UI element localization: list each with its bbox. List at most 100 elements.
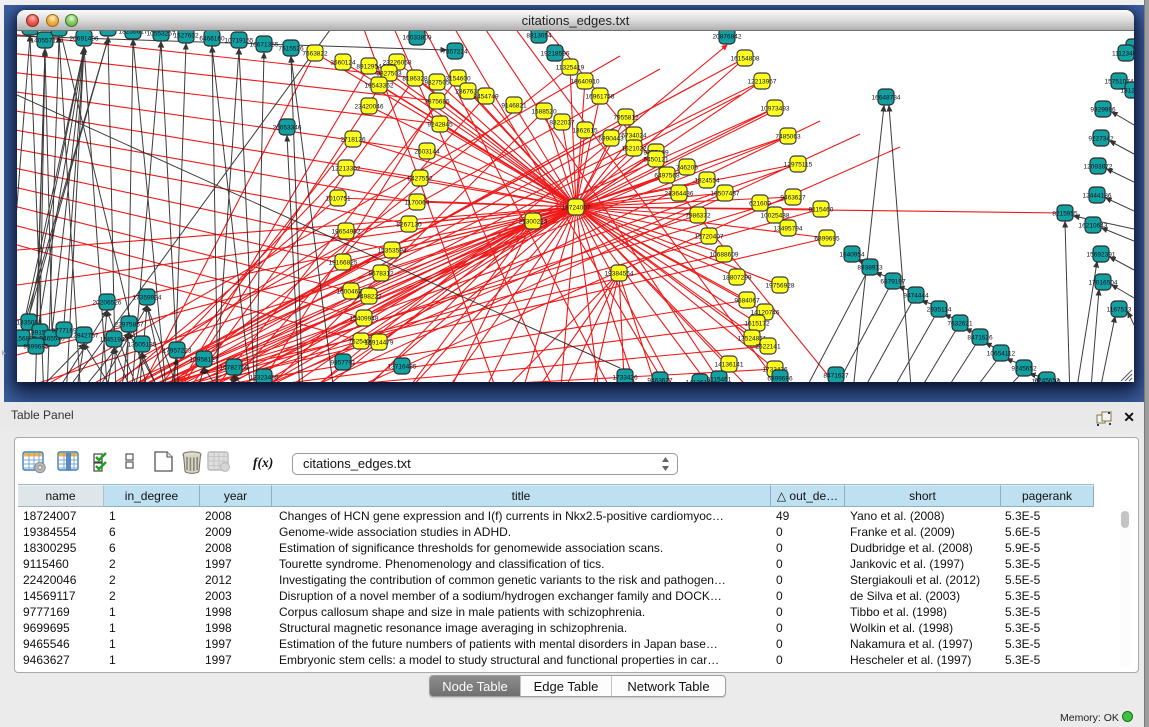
svg-text:11451943: 11451943 <box>100 336 129 343</box>
svg-text:9857791: 9857791 <box>330 359 356 366</box>
svg-text:18256617: 18256617 <box>119 31 148 35</box>
svg-text:16640910: 16640910 <box>571 78 600 85</box>
svg-text:12093872: 12093872 <box>1084 163 1113 170</box>
svg-text:13495794: 13495794 <box>774 225 803 232</box>
svg-text:19756928: 19756928 <box>766 282 795 289</box>
svg-text:12975115: 12975115 <box>784 161 813 168</box>
svg-text:9115460: 9115460 <box>809 206 834 213</box>
svg-text:6734024: 6734024 <box>621 132 647 139</box>
svg-text:9227342: 9227342 <box>1088 135 1114 142</box>
svg-text:15353594: 15353594 <box>378 247 407 254</box>
svg-text:2603144: 2603144 <box>414 148 440 155</box>
svg-text:6990443: 6990443 <box>598 135 624 142</box>
svg-text:8471626: 8471626 <box>967 334 993 341</box>
svg-text:20206526: 20206526 <box>93 299 122 306</box>
svg-text:22975867: 22975867 <box>115 321 144 328</box>
svg-text:10654112: 10654112 <box>987 350 1016 357</box>
svg-text:7955812: 7955812 <box>613 114 639 121</box>
svg-text:2935114: 2935114 <box>927 306 952 313</box>
svg-text:6899696: 6899696 <box>767 375 793 382</box>
svg-text:11325419: 11325419 <box>556 64 585 71</box>
svg-text:8471627: 8471627 <box>823 372 849 379</box>
svg-text:8813054: 8813054 <box>526 32 552 39</box>
svg-text:19384554: 19384554 <box>605 270 634 277</box>
svg-text:1167533: 1167533 <box>1107 306 1132 313</box>
svg-text:23420046: 23420046 <box>355 103 384 110</box>
svg-text:1010751: 1010751 <box>325 195 351 202</box>
svg-text:16210643: 16210643 <box>1079 222 1108 229</box>
svg-text:10973493: 10973493 <box>761 105 790 112</box>
svg-text:9463627: 9463627 <box>647 377 673 382</box>
svg-text:7663822: 7663822 <box>302 50 328 57</box>
svg-text:20876842: 20876842 <box>713 33 742 40</box>
svg-text:8322037: 8322037 <box>549 119 575 126</box>
svg-text:10553257: 10553257 <box>147 31 176 37</box>
svg-text:16914479: 16914479 <box>365 339 394 346</box>
svg-text:16782759: 16782759 <box>220 364 249 371</box>
svg-text:20691406: 20691406 <box>70 35 99 42</box>
svg-text:9327503: 9327503 <box>376 70 402 77</box>
svg-text:2522141: 2522141 <box>755 343 781 350</box>
svg-text:6899695: 6899695 <box>814 235 840 242</box>
svg-text:9699695: 9699695 <box>23 343 49 350</box>
svg-text:1362615: 1362615 <box>572 127 598 134</box>
svg-text:7857224: 7857224 <box>442 48 468 55</box>
svg-text:15720407: 15720407 <box>695 233 724 240</box>
svg-text:13716485: 13716485 <box>388 363 417 370</box>
svg-text:5450121: 5450121 <box>643 156 669 163</box>
svg-text:9329996: 9329996 <box>1090 106 1116 113</box>
svg-text:21300213: 21300213 <box>519 218 548 225</box>
svg-text:2718126: 2718126 <box>340 136 366 143</box>
svg-text:746206: 746206 <box>676 164 698 171</box>
svg-text:21364436: 21364436 <box>665 190 694 197</box>
svg-text:16154808: 16154808 <box>731 55 760 62</box>
svg-text:19166825: 19166825 <box>329 259 358 266</box>
svg-text:16648784: 16648784 <box>872 94 901 101</box>
svg-text:3875685: 3875685 <box>424 98 450 105</box>
svg-text:8454749: 8454749 <box>473 93 499 100</box>
svg-text:15409948: 15409948 <box>350 315 379 322</box>
svg-text:8215955: 8215955 <box>1052 210 1078 217</box>
svg-text:1170064: 1170064 <box>405 199 430 206</box>
svg-text:16543362: 16543362 <box>365 82 394 89</box>
svg-text:9115461: 9115461 <box>707 376 732 382</box>
svg-text:14055712: 14055712 <box>31 37 60 44</box>
svg-text:10507487: 10507487 <box>711 190 740 197</box>
svg-text:6879197: 6879197 <box>880 278 906 285</box>
svg-text:8912954: 8912954 <box>356 63 382 70</box>
svg-text:4498222: 4498222 <box>356 293 382 300</box>
svg-text:17957223: 17957223 <box>163 347 192 354</box>
svg-text:13505135: 13505135 <box>128 341 157 348</box>
svg-text:14136141: 14136141 <box>715 361 744 368</box>
svg-text:12444186: 12444186 <box>1083 192 1112 199</box>
svg-text:12213302: 12213302 <box>332 165 361 172</box>
svg-text:10025438: 10025438 <box>761 212 790 219</box>
svg-text:7986372: 7986372 <box>685 212 711 219</box>
svg-text:26053346: 26053346 <box>273 124 302 131</box>
svg-text:6466160: 6466160 <box>199 35 225 42</box>
svg-text:1733426: 1733426 <box>612 374 638 381</box>
svg-text:f(x): f(x) <box>253 455 273 470</box>
svg-text:10958127: 10958127 <box>190 356 219 363</box>
svg-text:9777169: 9777169 <box>51 327 77 334</box>
svg-text:9684067: 9684067 <box>734 297 760 304</box>
svg-text:16033809: 16033809 <box>403 34 432 41</box>
svg-text:21011402: 21011402 <box>45 31 74 32</box>
svg-text:7632621: 7632621 <box>947 320 973 327</box>
svg-text:1588520: 1588520 <box>531 108 557 115</box>
svg-text:10688609: 10688609 <box>710 251 739 258</box>
svg-text:12323468: 12323468 <box>250 374 279 381</box>
svg-text:1640954: 1640954 <box>839 251 865 258</box>
svg-text:8578312: 8578312 <box>368 270 394 277</box>
svg-text:8267130: 8267130 <box>396 221 422 228</box>
svg-text:1615172: 1615172 <box>744 320 770 327</box>
svg-text:1312644: 1312644 <box>1120 87 1134 94</box>
svg-text:16671355: 16671355 <box>250 41 279 48</box>
svg-text:1527602: 1527602 <box>173 32 199 39</box>
svg-text:9245653: 9245653 <box>1034 377 1060 382</box>
svg-text:8938913: 8938913 <box>857 264 883 271</box>
svg-text:16961758: 16961758 <box>586 93 615 100</box>
svg-text:7515526: 7515526 <box>278 45 304 52</box>
svg-text:9146821: 9146821 <box>501 102 527 109</box>
svg-text:9242845: 9242845 <box>427 121 453 128</box>
